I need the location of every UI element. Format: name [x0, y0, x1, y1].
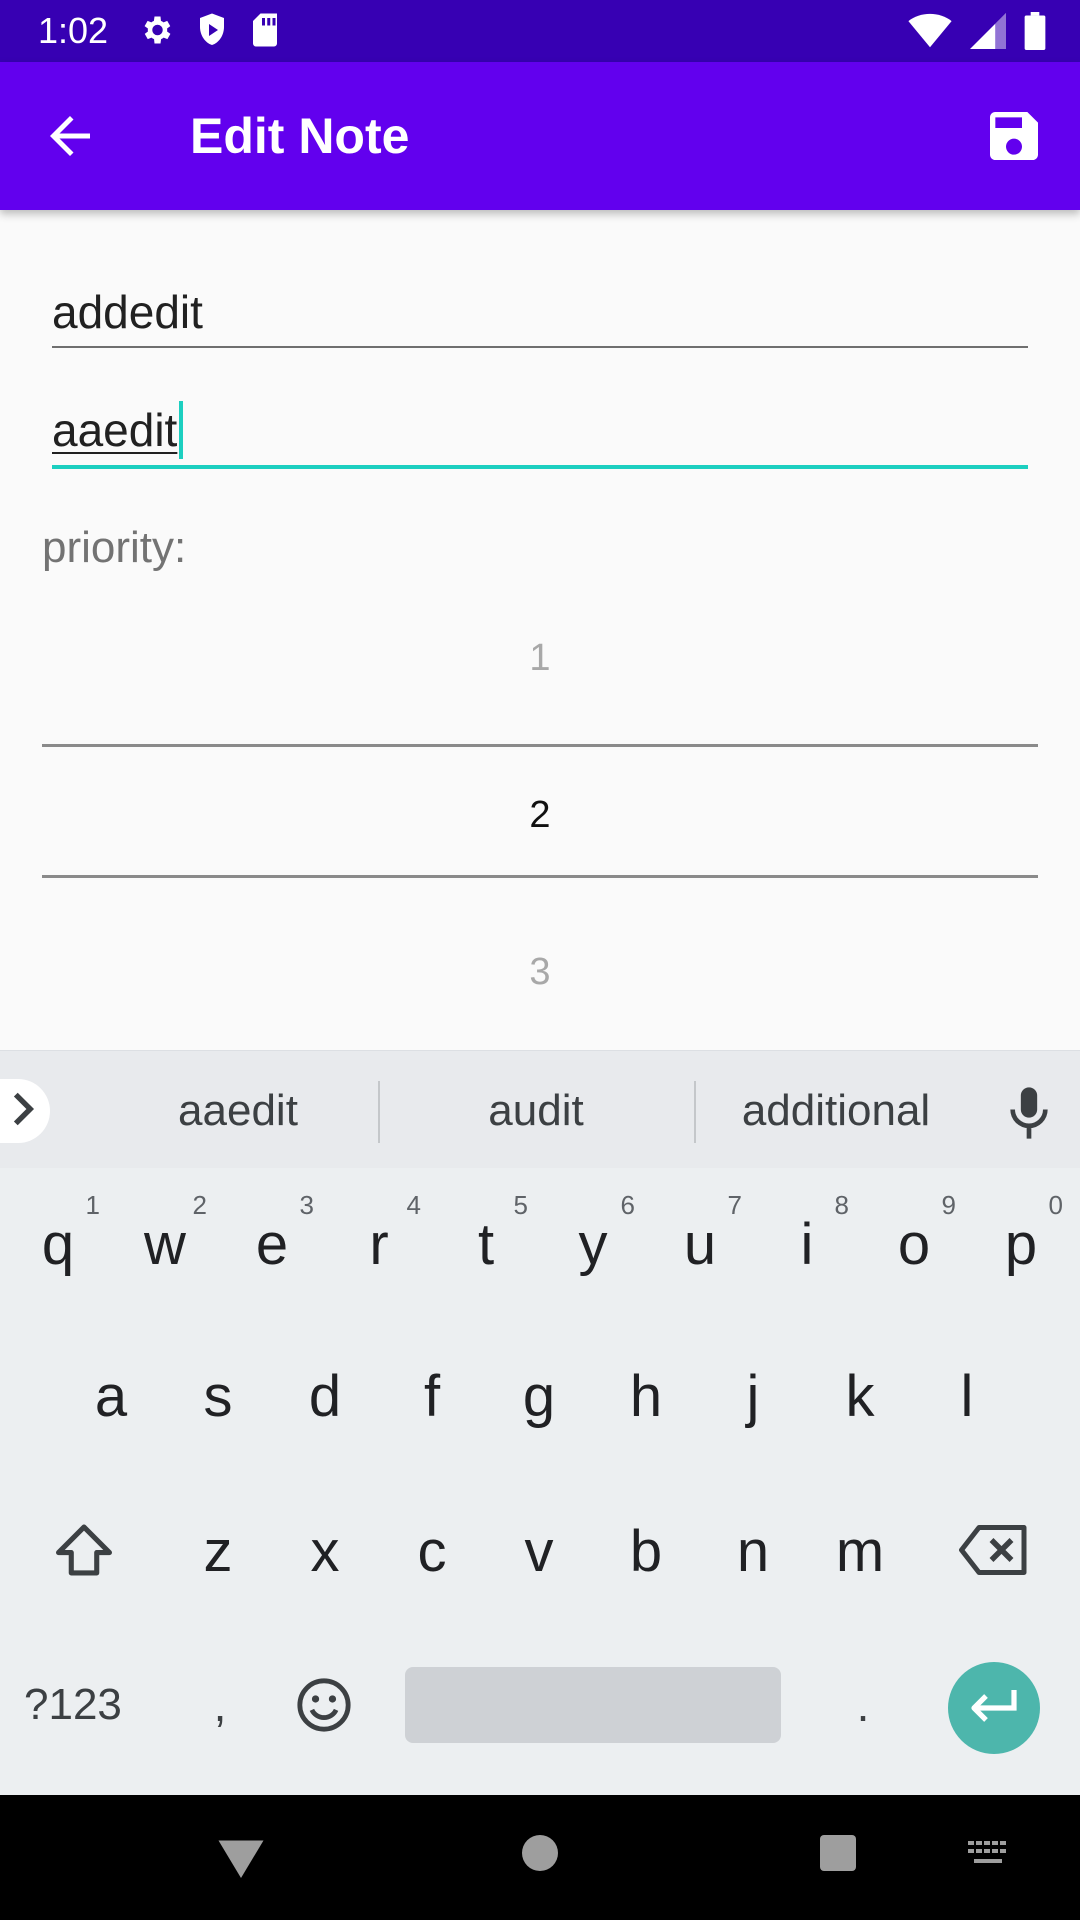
shift-key[interactable]: [34, 1502, 134, 1602]
key-a[interactable]: a: [61, 1332, 161, 1462]
picker-option-3[interactable]: 3: [42, 947, 1038, 997]
status-time: 1:02: [38, 10, 109, 51]
key-j[interactable]: j: [703, 1332, 803, 1462]
picker-option-selected[interactable]: 2: [42, 790, 1038, 840]
nav-recents-button[interactable]: [818, 1833, 858, 1873]
suggestion-divider: [694, 1081, 696, 1143]
circle-icon: [520, 1835, 560, 1877]
key-r[interactable]: r4: [329, 1180, 429, 1310]
suggestion-bar: aaedit audit additional: [0, 1050, 1080, 1168]
gear-icon: [138, 12, 174, 53]
description-input-value: aaedit: [52, 404, 178, 456]
key-c[interactable]: c: [382, 1487, 482, 1617]
picker-option-1[interactable]: 1: [42, 633, 1038, 683]
shift-icon: [52, 1522, 116, 1583]
key-l[interactable]: l: [917, 1332, 1017, 1462]
key-h[interactable]: h: [596, 1332, 696, 1462]
key-y[interactable]: y6: [543, 1180, 643, 1310]
key-t[interactable]: t5: [436, 1180, 536, 1310]
soft-keyboard: aaedit audit additional q1 w2 e3 r4 t5 y…: [0, 1050, 1080, 1795]
backspace-icon: [959, 1524, 1029, 1580]
space-key[interactable]: [405, 1667, 781, 1743]
battery-icon: [1024, 12, 1046, 55]
key-p[interactable]: p0: [971, 1180, 1071, 1310]
keyboard-icon: [968, 1841, 1012, 1869]
comma-key[interactable]: ,: [200, 1655, 240, 1755]
title-field[interactable]: addedit: [52, 274, 1028, 350]
key-m[interactable]: m: [810, 1487, 910, 1617]
description-field[interactable]: aaedit: [52, 392, 1028, 468]
key-g[interactable]: g: [489, 1332, 589, 1462]
enter-arrow-icon: [968, 1686, 1020, 1731]
title-field-underline: [52, 346, 1028, 348]
nav-keyboard-switch-button[interactable]: [968, 1841, 1012, 1865]
expand-toolbar-button[interactable]: [0, 1079, 50, 1143]
square-icon: [818, 1835, 858, 1877]
key-b[interactable]: b: [596, 1487, 696, 1617]
save-icon: [982, 112, 1046, 172]
navigation-bar: [0, 1795, 1080, 1920]
sd-card-icon: [250, 12, 280, 53]
key-x[interactable]: x: [275, 1487, 375, 1617]
emoji-key[interactable]: [292, 1675, 356, 1739]
page-title: Edit Note: [190, 108, 410, 164]
key-o[interactable]: o9: [864, 1180, 964, 1310]
triangle-down-icon: [216, 1840, 266, 1885]
save-button[interactable]: [982, 104, 1046, 168]
smiley-icon: [295, 1676, 353, 1739]
signal-icon: [970, 13, 1006, 54]
period-key[interactable]: .: [838, 1655, 888, 1755]
symbols-key[interactable]: ?123: [24, 1655, 122, 1755]
key-k[interactable]: k: [810, 1332, 910, 1462]
key-i[interactable]: i8: [757, 1180, 857, 1310]
suggestion-1[interactable]: aaedit: [118, 1079, 358, 1143]
priority-label: priority:: [42, 523, 187, 572]
key-f[interactable]: f: [382, 1332, 482, 1462]
nav-home-button[interactable]: [520, 1833, 560, 1873]
suggestion-2[interactable]: audit: [416, 1079, 656, 1143]
key-q[interactable]: q1: [8, 1180, 108, 1310]
wifi-icon: [908, 13, 952, 54]
chevron-right-icon: [10, 1091, 36, 1132]
title-input-value: addedit: [52, 286, 203, 338]
key-z[interactable]: z: [168, 1487, 268, 1617]
voice-input-button[interactable]: [1004, 1085, 1054, 1141]
key-d[interactable]: d: [275, 1332, 375, 1462]
key-w[interactable]: w2: [115, 1180, 215, 1310]
key-n[interactable]: n: [703, 1487, 803, 1617]
key-u[interactable]: u7: [650, 1180, 750, 1310]
key-e[interactable]: e3: [222, 1180, 322, 1310]
description-field-underline: [52, 465, 1028, 469]
backspace-key[interactable]: [944, 1502, 1044, 1602]
suggestion-divider: [378, 1081, 380, 1143]
microphone-icon: [1004, 1087, 1054, 1145]
nav-back-button[interactable]: [216, 1835, 266, 1881]
picker-divider-bottom: [42, 875, 1038, 878]
app-bar: Edit Note: [0, 62, 1080, 210]
shield-icon: [196, 12, 228, 53]
key-s[interactable]: s: [168, 1332, 268, 1462]
back-button[interactable]: [40, 106, 100, 166]
screen: 1:02 Edit Note addedit aaedit priority: …: [0, 0, 1080, 1920]
enter-key[interactable]: [948, 1662, 1040, 1754]
picker-divider-top: [42, 744, 1038, 747]
text-cursor: [179, 400, 184, 459]
key-v[interactable]: v: [489, 1487, 589, 1617]
suggestion-3[interactable]: additional: [716, 1079, 956, 1143]
arrow-back-icon: [40, 116, 100, 170]
status-bar: 1:02: [0, 0, 1080, 62]
